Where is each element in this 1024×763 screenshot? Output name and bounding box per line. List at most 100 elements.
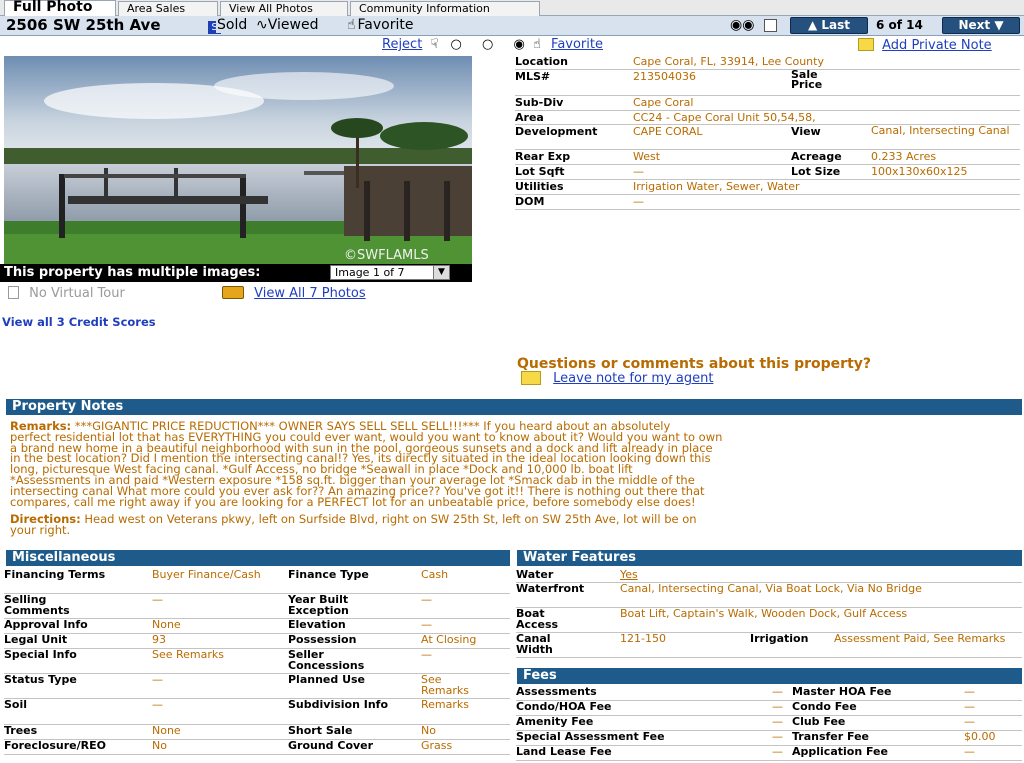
table-row: Waterfront Canal, Intersecting Canal, Vi… — [516, 583, 1022, 608]
view-all-photos-link[interactable]: View All 7 Photos — [254, 286, 366, 301]
water-label: Water — [516, 568, 554, 581]
tab-area-sales[interactable]: Area Sales — [118, 1, 218, 16]
next-label: Next — [958, 18, 991, 32]
last-button[interactable]: ▲ Last — [790, 17, 868, 34]
add-private-note-link[interactable]: Add Private Note — [882, 38, 992, 53]
viewed-toggle[interactable]: ∿Viewed — [256, 16, 318, 35]
compare-checkbox[interactable] — [764, 19, 777, 33]
detail-row-mls: MLS# 213504036 Sale Price — [515, 69, 1020, 96]
fee-value: — — [964, 715, 975, 728]
view-label: View — [791, 125, 821, 138]
title-bar: 2506 SW 25th Ave SSold ∿Viewed ☝ Favorite… — [0, 16, 1024, 36]
directions-text-1: your right. — [10, 522, 71, 537]
water-value[interactable]: Yes — [620, 569, 638, 580]
misc-value: No — [421, 724, 436, 737]
detail-row-rear-exp: Rear Exp West Acreage 0.233 Acres — [515, 150, 1020, 165]
rear-exp-value: West — [633, 150, 661, 163]
lot-sqft-value: — — [633, 165, 644, 178]
fee-value: — — [772, 715, 783, 728]
misc-label: Possession — [288, 633, 357, 646]
reject-link[interactable]: Reject — [382, 37, 422, 52]
leave-note[interactable]: Leave note for my agent — [521, 371, 713, 386]
tab-view-all-photos[interactable]: View All Photos — [220, 1, 348, 16]
misc-label: Legal Unit — [4, 633, 68, 646]
irrigation-value: Assessment Paid, See Remarks — [834, 632, 1006, 645]
fee-value: — — [772, 745, 783, 758]
property-photo[interactable]: ©SWFLAMLS — [4, 56, 472, 264]
misc-value: None — [152, 724, 181, 737]
misc-value: — — [421, 618, 432, 631]
table-row: Special Info See Remarks Seller Concessi… — [4, 649, 510, 674]
image-select-value: Image 1 of 7 — [335, 266, 405, 279]
development-value: CAPE CORAL — [633, 125, 703, 138]
waterfront-label: Waterfront — [516, 582, 585, 595]
fee-label: Condo Fee — [792, 700, 857, 713]
tab-community-information[interactable]: Community Information — [350, 1, 540, 16]
misc-value: 93 — [152, 633, 166, 646]
next-button[interactable]: Next ▼ — [942, 17, 1020, 34]
fee-label: Assessments — [516, 685, 597, 698]
fee-value: $0.00 — [964, 730, 996, 743]
table-row: Amenity Fee — Club Fee — — [516, 716, 1022, 731]
image-select[interactable]: Image 1 of 7 ▼ — [330, 265, 450, 280]
viewed-label: Viewed — [267, 17, 319, 33]
location-label: Location — [515, 55, 568, 68]
fee-value: — — [964, 685, 975, 698]
table-row: Selling Comments — Year Built Exception … — [4, 594, 510, 619]
misc-label: Year Built Exception — [288, 593, 349, 617]
detail-row-location: Location Cape Coral, FL, 33914, Lee Coun… — [515, 55, 1020, 70]
misc-label: Planned Use — [288, 673, 366, 686]
favorite-link[interactable]: Favorite — [551, 37, 603, 52]
boat-access-value: Boat Lift, Captain's Walk, Wooden Dock, … — [620, 607, 908, 620]
note-agent-icon — [521, 371, 541, 385]
favorite-toggle[interactable]: ☝ Favorite — [347, 16, 413, 35]
remarks-block: Remarks: ***GIGANTIC PRICE REDUCTION*** … — [10, 420, 1014, 507]
tab-full-photo[interactable]: Full Photo — [4, 0, 116, 16]
property-notes-heading: Property Notes — [6, 399, 1022, 415]
credit-scores-link[interactable]: View all 3 Credit Scores — [2, 316, 156, 329]
view-all-photos[interactable]: View All 7 Photos — [222, 286, 366, 301]
detail-row-utilities: Utilities Irrigation Water, Sewer, Water — [515, 180, 1020, 195]
table-row: Canal Width 121-150 Irrigation Assessmen… — [516, 633, 1022, 658]
misc-value: — — [421, 593, 432, 606]
misc-label: Trees — [4, 724, 38, 737]
binoculars-icon[interactable]: ◉◉ — [730, 17, 754, 34]
misc-label: Seller Concessions — [288, 648, 365, 672]
misc-value: Remarks — [421, 698, 469, 711]
misc-value: — — [152, 673, 163, 686]
table-row: Legal Unit 93 Possession At Closing — [4, 634, 510, 649]
rating-radio-1[interactable]: ○ — [451, 37, 462, 52]
fee-label: Land Lease Fee — [516, 745, 612, 758]
detail-row-subdiv: Sub-Div Cape Coral — [515, 96, 1020, 111]
misc-value: — — [152, 593, 163, 606]
misc-label: Selling Comments — [4, 593, 70, 617]
fee-value: — — [772, 685, 783, 698]
table-row: Status Type — Planned Use See Remarks — [4, 674, 510, 699]
add-private-note[interactable]: Add Private Note — [858, 38, 992, 53]
location-value: Cape Coral, FL, 33914, Lee County — [633, 55, 824, 68]
table-row: Foreclosure/REO No Ground Cover Grass — [4, 740, 510, 755]
document-icon — [8, 286, 19, 299]
rating-radio-3[interactable]: ◉ — [513, 37, 524, 52]
rear-exp-label: Rear Exp — [515, 150, 571, 163]
directions-text-0: Head west on Veterans pkwy, left on Surf… — [84, 512, 697, 526]
misc-value: See Remarks — [152, 648, 225, 661]
development-label: Development — [515, 125, 598, 138]
no-virtual-tour-label: No Virtual Tour — [29, 286, 125, 301]
misc-value: At Closing — [421, 633, 477, 646]
detail-row-lot: Lot Sqft — Lot Size 100x130x60x125 — [515, 165, 1020, 180]
leave-note-link[interactable]: Leave note for my agent — [553, 371, 713, 386]
sold-toggle[interactable]: SSold — [208, 16, 248, 35]
rating-radio-2[interactable]: ○ — [482, 37, 493, 52]
misc-label: Foreclosure/REO — [4, 739, 106, 752]
fee-label: Application Fee — [792, 745, 888, 758]
fee-value: — — [964, 745, 975, 758]
fees-heading: Fees — [517, 668, 1022, 684]
utilities-label: Utilities — [515, 180, 564, 193]
table-row: Approval Info None Elevation — — [4, 619, 510, 634]
fee-value: — — [772, 730, 783, 743]
table-row: Soil — Subdivision Info Remarks — [4, 699, 510, 725]
table-row: Trees None Short Sale No — [4, 725, 510, 740]
subdiv-value: Cape Coral — [633, 96, 694, 109]
miscellaneous-heading: Miscellaneous — [6, 550, 510, 566]
